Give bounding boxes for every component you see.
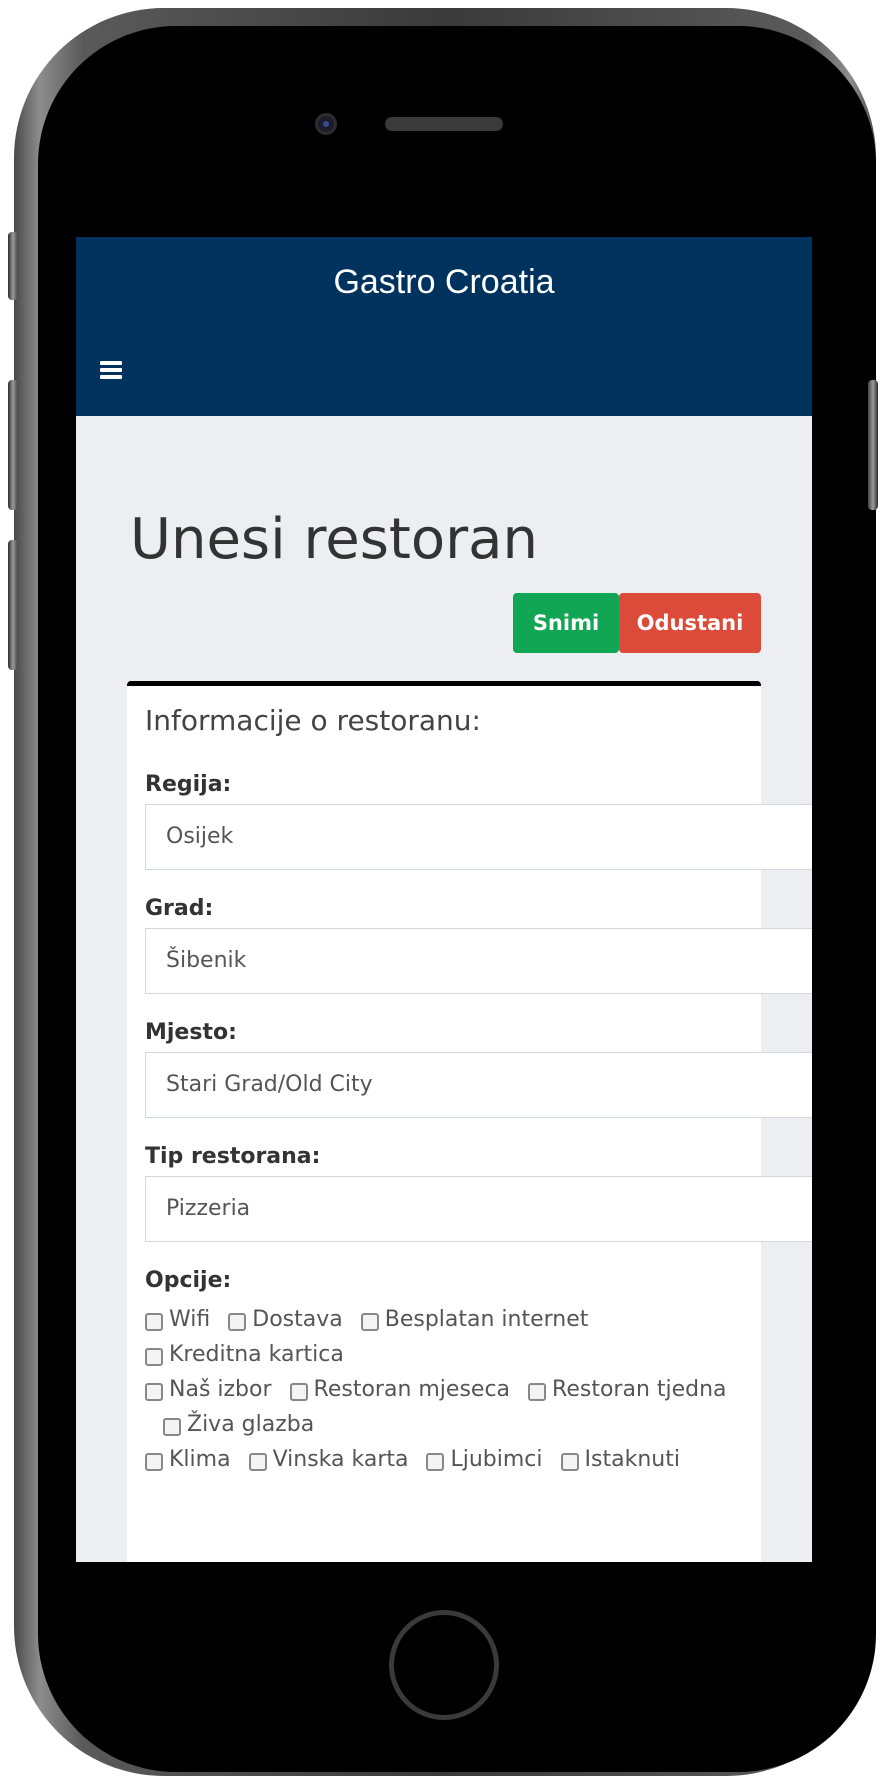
option-restoran-tjedna[interactable]: Restoran tjedna [528, 1372, 727, 1407]
page-title: Unesi restoran [130, 507, 538, 572]
option-ziva-glazba[interactable]: Živa glazba [163, 1407, 314, 1442]
option-istaknuti[interactable]: Istaknuti [560, 1442, 680, 1477]
restaurant-type-select[interactable]: Pizzeria [145, 1176, 812, 1242]
checkbox[interactable] [248, 1453, 267, 1471]
restaurant-info-panel: Informacije o restoranu: Regija: Osijek … [127, 681, 812, 1562]
phone-volume-down [8, 540, 18, 670]
region-select[interactable]: Osijek [145, 804, 812, 870]
checkbox[interactable] [426, 1453, 445, 1471]
city-select[interactable]: Šibenik [145, 928, 812, 994]
place-select[interactable]: Stari Grad/Old City [145, 1052, 812, 1118]
checkbox[interactable] [560, 1453, 579, 1471]
option-vinska-karta[interactable]: Vinska karta [248, 1442, 408, 1477]
hamburger-menu-icon[interactable] [100, 361, 122, 379]
checkbox[interactable] [163, 1418, 181, 1436]
option-klima[interactable]: Klima [145, 1442, 231, 1477]
checkbox[interactable] [360, 1313, 379, 1331]
brand-title[interactable]: Gastro Croatia [76, 263, 812, 302]
panel-title: Informacije o restoranu: [145, 704, 481, 737]
front-camera [315, 113, 337, 135]
save-button[interactable]: Snimi [513, 593, 619, 653]
checkbox[interactable] [145, 1453, 163, 1471]
option-kreditna-kartica[interactable]: Kreditna kartica [145, 1337, 344, 1372]
phone-volume-up [8, 380, 18, 510]
option-ljubimci[interactable]: Ljubimci [426, 1442, 543, 1477]
checkbox[interactable] [228, 1313, 247, 1331]
option-restoran-mjeseca[interactable]: Restoran mjeseca [289, 1372, 510, 1407]
checkbox[interactable] [145, 1383, 163, 1401]
home-button[interactable] [389, 1610, 499, 1720]
checkbox[interactable] [145, 1313, 163, 1331]
checkbox[interactable] [528, 1383, 547, 1401]
restaurant-type-label: Tip restorana: [145, 1144, 321, 1169]
region-label: Regija: [145, 772, 232, 797]
option-nas-izbor[interactable]: Naš izbor [145, 1372, 272, 1407]
phone-mute-switch [8, 232, 18, 300]
earpiece-speaker [385, 117, 503, 131]
checkbox[interactable] [145, 1348, 163, 1366]
checkbox[interactable] [289, 1383, 308, 1401]
city-label: Grad: [145, 896, 214, 921]
screen: Gastro Croatia Unesi restoran Snimi Odus… [76, 237, 812, 1562]
option-dostava[interactable]: Dostava [228, 1302, 343, 1337]
options-label: Opcije: [145, 1268, 232, 1293]
navbar: Gastro Croatia [76, 237, 812, 416]
option-besplatan-internet[interactable]: Besplatan internet [360, 1302, 588, 1337]
options-group: Wifi Dostava Besplatan internet Kreditna ka… [145, 1302, 751, 1477]
place-label: Mjesto: [145, 1020, 237, 1045]
cancel-button[interactable]: Odustani [619, 593, 761, 653]
option-wifi[interactable]: Wifi [145, 1302, 210, 1337]
option-kreditna-kartica-label: Kreditna kartica [169, 1342, 344, 1367]
phone-power-button [868, 380, 878, 510]
